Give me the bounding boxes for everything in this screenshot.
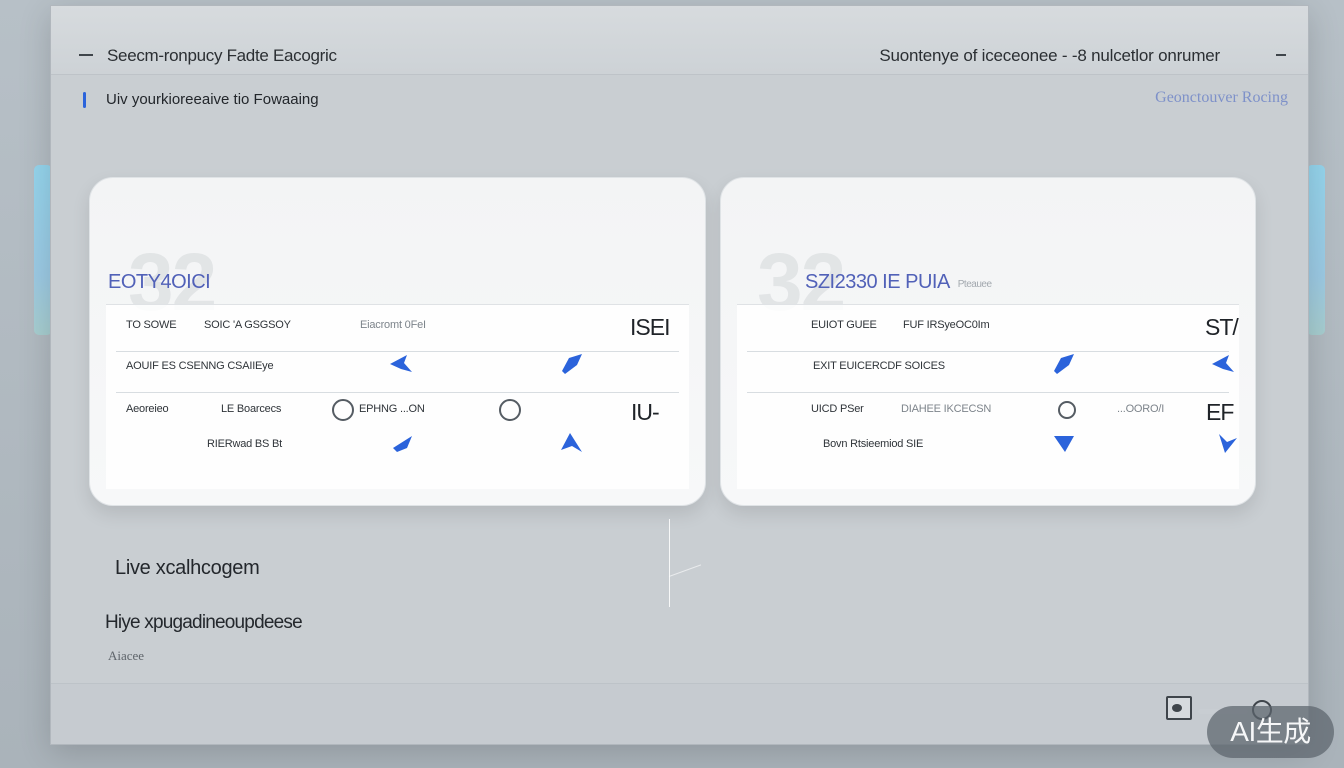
- arrow-icon[interactable]: [1050, 428, 1078, 456]
- ring-icon[interactable]: [499, 399, 521, 421]
- right-card-row-3-cell-4: EF: [1206, 399, 1234, 425]
- arrow-icon[interactable]: [1209, 350, 1237, 378]
- app-title: Seecm-ronpucy Fadte Eacogric: [107, 46, 337, 65]
- ring-icon[interactable]: [332, 399, 354, 421]
- right-card-row-1-cell-4: ST/: [1205, 314, 1239, 340]
- arrow-icon[interactable]: [1213, 428, 1241, 456]
- arrow-icon[interactable]: [387, 350, 415, 378]
- main-window: Seecm-ronpucy Fadte Eacogric Suontenye o…: [50, 5, 1309, 745]
- left-card-row-3-cell-3: EPHNG ...ON: [359, 403, 425, 415]
- right-card-title: SZI2330 IE PUIA Pteauee: [805, 271, 992, 294]
- lower-title: Live xcalhcogem: [115, 557, 260, 579]
- arrow-icon[interactable]: [558, 350, 586, 378]
- left-card-row-4-cell-1: RIERwad BS Bt: [207, 438, 283, 450]
- right-card-body: EUIOT GUEE FUF IRSyeOC0Im ST/ EXIT EUICE…: [737, 304, 1239, 489]
- top-bar: Seecm-ronpucy Fadte Eacogric Suontenye o…: [51, 6, 1308, 75]
- left-card-row-1-cell-3: Eiacromt 0FeI: [360, 319, 426, 331]
- lower-subtitle: Hiye xpugadineoupdeese: [105, 612, 303, 633]
- arrow-icon[interactable]: [1050, 350, 1078, 378]
- center-divider: [669, 519, 670, 607]
- right-card-row-2: EXIT EUICERCDF SOICES: [747, 351, 1229, 382]
- left-card: 32 EOTY4OICI TO SOWE SOIC 'A GSGSOY Eiac…: [89, 177, 706, 506]
- right-card-row-1-cell-1: EUIOT GUEE: [811, 319, 877, 331]
- sub-bar: Uiv yourkioreeaive tio Fowaaing Geonctou…: [51, 74, 1308, 124]
- right-card-row-3-cell-3: ...OORO/I: [1117, 403, 1165, 415]
- left-card-row-3: Aeoreieo LE Boarcecs EPHNG ...ON IU-: [116, 392, 679, 425]
- right-card-row-3: UICD PSer DIAHEE IKCECSN ...OORO/I EF: [747, 392, 1234, 425]
- right-card: 32 SZI2330 IE PUIA Pteauee EUIOT GUEE FU…: [720, 177, 1256, 506]
- left-card-body: TO SOWE SOIC 'A GSGSOY Eiacromt 0FeI ISE…: [106, 304, 689, 489]
- right-card-row-4-cell-1: Bovn Rtsieemiod SIE: [823, 438, 924, 450]
- arrow-icon[interactable]: [389, 428, 417, 456]
- right-card-row-2-cell-1: EXIT EUICERCDF SOICES: [813, 360, 945, 372]
- left-card-row-1-cell-2: SOIC 'A GSGSOY: [204, 319, 291, 331]
- ring-icon[interactable]: [1058, 401, 1076, 419]
- arrow-icon[interactable]: [558, 428, 586, 456]
- left-card-row-1-cell-4: ISEI: [630, 314, 670, 340]
- right-card-title-small: Pteauee: [957, 279, 992, 290]
- left-card-row-3-cell-2: LE Boarcecs: [221, 403, 282, 415]
- footer: [51, 683, 1308, 744]
- right-side-accent: [1307, 165, 1325, 335]
- minimize-icon[interactable]: [1276, 54, 1286, 56]
- subbar-indicator-icon: [83, 92, 86, 108]
- menu-dash-icon[interactable]: [79, 54, 93, 56]
- left-card-row-3-cell-1: Aeoreieo: [126, 403, 169, 415]
- right-card-row-4: Bovn Rtsieemiod SIE: [747, 428, 1229, 458]
- header-status: Suontenye of iceceonee - -8 nulcetlor on…: [879, 46, 1220, 65]
- right-card-row-3-cell-1: UICD PSer: [811, 403, 864, 415]
- watermark: AI生成: [1207, 706, 1334, 758]
- lower-meta: Aiacee: [108, 648, 145, 663]
- right-card-title-main: SZI2330 IE PUIA: [805, 271, 949, 293]
- left-card-title: EOTY4OICI: [108, 271, 211, 293]
- camera-icon[interactable]: [1166, 696, 1192, 720]
- left-card-row-2-cell-1: AOUIF ES CSENNG CSAIIEye: [126, 360, 274, 372]
- right-card-row-1-cell-2: FUF IRSyeOC0Im: [903, 319, 990, 331]
- page: Seecm-ronpucy Fadte Eacogric Suontenye o…: [0, 0, 1344, 768]
- right-card-row-1: EUIOT GUEE FUF IRSyeOC0Im ST/: [747, 314, 1239, 345]
- left-card-row-3-cell-4: IU-: [631, 399, 660, 425]
- left-card-row-1: TO SOWE SOIC 'A GSGSOY Eiacromt 0FeI ISE…: [116, 314, 679, 345]
- subbar-link[interactable]: Geonctouver Rocing: [1155, 89, 1288, 107]
- left-card-row-1-cell-1: TO SOWE: [126, 319, 177, 331]
- subbar-text: Uiv yourkioreeaive tio Fowaaing: [106, 91, 319, 108]
- right-card-row-3-cell-2: DIAHEE IKCECSN: [901, 403, 992, 415]
